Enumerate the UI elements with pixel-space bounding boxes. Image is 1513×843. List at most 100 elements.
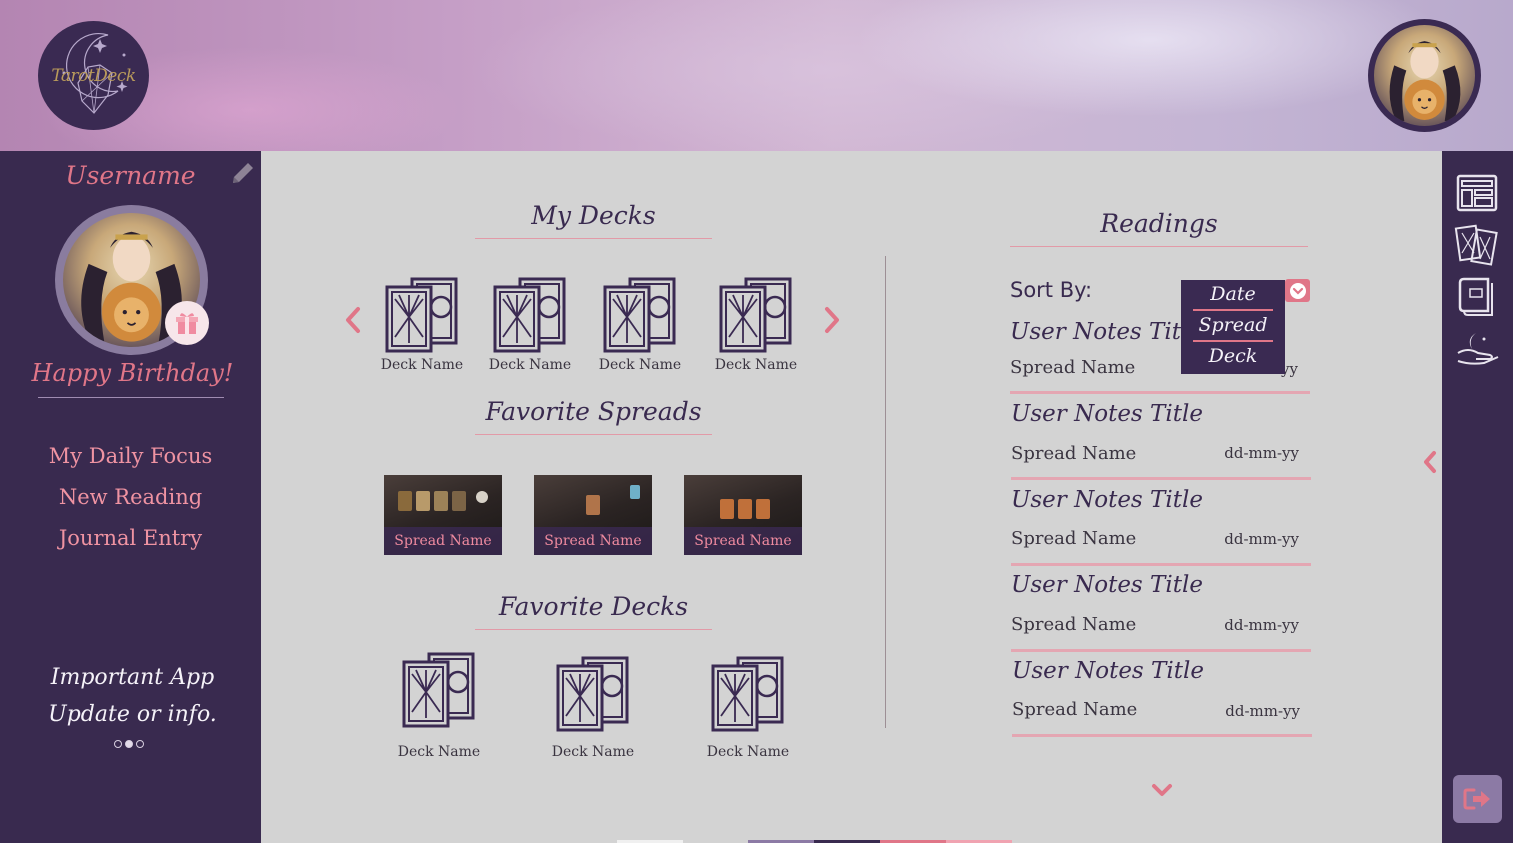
avatar xyxy=(1374,25,1475,126)
reading-spread: Spread Name xyxy=(1011,528,1137,549)
reading-underline xyxy=(1010,391,1310,394)
reading-underline xyxy=(1012,734,1312,737)
info-line-2: Update or info. xyxy=(48,702,217,727)
tarot-deck-icon xyxy=(719,277,792,353)
card-thumbnail xyxy=(416,491,430,511)
logout-icon xyxy=(1463,788,1490,810)
sort-dropdown-menu: Date Spread Deck xyxy=(1181,280,1285,374)
reading-underline xyxy=(1011,649,1311,652)
carousel-dot[interactable] xyxy=(136,740,144,748)
chevron-down-icon[interactable] xyxy=(1150,782,1174,798)
reading-underline xyxy=(1011,477,1311,480)
sort-option-date[interactable]: Date xyxy=(1181,280,1285,309)
layout-icon[interactable] xyxy=(1454,171,1500,217)
deck-item[interactable]: Deck Name xyxy=(482,277,578,373)
reading-spread: Spread Name xyxy=(1010,357,1136,378)
crystal-ball-icon xyxy=(476,491,488,503)
left-sidebar: Username Happy Birthday! My Daily Focus … xyxy=(0,151,261,843)
reading-date: dd-mm-yy xyxy=(1224,444,1299,462)
reading-date: dd-mm-yy xyxy=(1224,616,1299,634)
carousel-dot[interactable] xyxy=(114,740,122,748)
favorite-spreads-title: Favorite Spreads xyxy=(485,397,702,426)
deck-name: Deck Name xyxy=(397,744,481,760)
section-underline xyxy=(475,434,712,435)
reading-date: dd-mm-yy xyxy=(1224,530,1299,548)
book-icon[interactable] xyxy=(1454,273,1500,319)
nav-item-journal-entry[interactable]: Journal Entry xyxy=(0,521,261,562)
cards-icon[interactable] xyxy=(1454,223,1500,269)
reading-title: User Notes Title xyxy=(1011,572,1203,598)
card-thumbnail xyxy=(738,499,752,519)
chevron-left-icon[interactable] xyxy=(343,305,363,335)
tarot-deck-icon xyxy=(402,652,475,728)
card-thumbnail xyxy=(398,491,412,511)
section-underline xyxy=(475,238,712,239)
chevron-right-icon[interactable] xyxy=(822,305,842,335)
tarot-deck-icon xyxy=(603,277,676,353)
my-decks-title: My Decks xyxy=(531,201,656,230)
deck-item[interactable]: Deck Name xyxy=(374,277,470,373)
tarot-deck-icon xyxy=(711,656,784,732)
divider xyxy=(38,397,224,398)
deck-item[interactable]: Deck Name xyxy=(592,277,688,373)
deck-name: Deck Name xyxy=(488,357,572,373)
card-thumbnail xyxy=(434,491,448,511)
tarot-deck-icon xyxy=(493,277,566,353)
reading-title: User Notes Title xyxy=(1012,658,1204,684)
lion-woman-illustration xyxy=(1389,41,1461,121)
birthday-gift-icon xyxy=(165,301,209,345)
carousel-dot-active[interactable] xyxy=(125,740,133,748)
spread-name: Spread Name xyxy=(534,527,652,555)
deck-name: Deck Name xyxy=(551,744,635,760)
chevron-down-circle-icon xyxy=(1289,282,1306,299)
app-logo[interactable]: TarotDeck xyxy=(38,21,149,130)
header-banner: TarotDeck xyxy=(0,0,1513,151)
hand-icon[interactable] xyxy=(1454,325,1500,371)
nav-item-new-reading[interactable]: New Reading xyxy=(0,480,261,521)
spread-card[interactable]: Spread Name xyxy=(684,475,802,555)
pencil-icon[interactable] xyxy=(229,159,257,187)
spread-name: Spread Name xyxy=(384,527,502,555)
deck-item[interactable]: Deck Name xyxy=(708,277,804,373)
card-thumbnail xyxy=(756,499,770,519)
favorite-deck-item[interactable]: Deck Name xyxy=(391,652,487,760)
sort-option-deck[interactable]: Deck xyxy=(1181,342,1285,371)
reading-underline xyxy=(1011,563,1311,566)
spread-name: Spread Name xyxy=(684,527,802,555)
card-thumbnail xyxy=(720,499,734,519)
card-thumbnail xyxy=(586,495,600,515)
spread-card[interactable]: Spread Name xyxy=(384,475,502,555)
logout-button[interactable] xyxy=(1453,775,1502,823)
tarot-deck-icon xyxy=(556,656,629,732)
carousel-dots xyxy=(114,740,144,748)
card-thumbnail xyxy=(452,491,466,511)
reading-item[interactable]: User Notes Title Spread Name dd-mm-yy xyxy=(1011,572,1311,652)
chevron-left-icon[interactable] xyxy=(1420,449,1440,475)
favorite-deck-item[interactable]: Deck Name xyxy=(700,656,796,760)
deck-name: Deck Name xyxy=(598,357,682,373)
info-line-1: Important App xyxy=(50,665,215,690)
reading-title: User Notes Title xyxy=(1011,487,1203,513)
spread-card[interactable]: Spread Name xyxy=(534,475,652,555)
logo-text: TarotDeck xyxy=(51,65,136,86)
reading-spread: Spread Name xyxy=(1011,614,1137,635)
reading-item[interactable]: User Notes Title Spread Name dd-mm-yy xyxy=(1011,401,1311,480)
sidebar-nav: My Daily Focus New Reading Journal Entry xyxy=(0,439,261,562)
username: Username xyxy=(65,161,196,190)
section-underline xyxy=(1010,246,1308,247)
sort-label: Sort By: xyxy=(1010,278,1093,302)
section-underline xyxy=(475,629,712,630)
sort-dropdown-toggle[interactable] xyxy=(1285,279,1310,302)
user-avatar-button[interactable] xyxy=(1368,19,1481,132)
sort-option-spread[interactable]: Spread xyxy=(1181,311,1285,340)
vertical-divider xyxy=(885,256,886,728)
nav-item-daily-focus[interactable]: My Daily Focus xyxy=(0,439,261,480)
favorite-deck-item[interactable]: Deck Name xyxy=(545,656,641,760)
deck-name: Deck Name xyxy=(706,744,790,760)
reading-item[interactable]: User Notes Title Spread Name dd-mm-yy xyxy=(1012,658,1312,737)
right-toolbar xyxy=(1424,151,1513,843)
reading-item[interactable]: User Notes Title Spread Name dd-mm-yy xyxy=(1011,487,1311,566)
app-info-carousel: Important App Update or info. xyxy=(0,659,265,733)
reading-spread: Spread Name xyxy=(1011,443,1137,464)
reading-title: User Notes Title xyxy=(1011,401,1203,427)
